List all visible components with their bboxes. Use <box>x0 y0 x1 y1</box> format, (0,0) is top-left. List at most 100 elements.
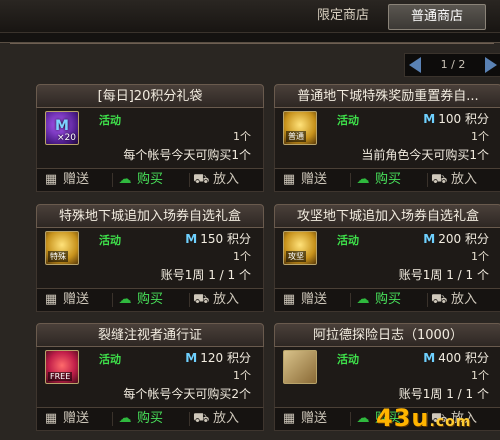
item-card: 特殊地下城追加入场券自选礼盒 特殊 活动 M 150 积分 1个 账号1周 1 /… <box>36 204 264 314</box>
item-price: M 200 积分 <box>423 230 489 247</box>
price-unit: 积分 <box>226 232 251 246</box>
gift-button[interactable]: ▦ 赠送 <box>281 291 347 309</box>
item-title: 裂缝注视者通行证 <box>36 323 264 347</box>
item-body: FREE 活动 M 120 积分 1个 每个帐号今天可购买2个 <box>36 347 264 407</box>
red-gear-pass-icon[interactable]: FREE <box>45 350 79 384</box>
buy-button[interactable]: ☁ 购买 <box>117 171 187 189</box>
gold-ticket-icon[interactable]: 特殊 <box>45 231 79 265</box>
cloud-buy-icon: ☁ <box>118 411 132 426</box>
item-action-bar: ▦ 赠送 ☁ 购买 ⛟ 放入 <box>274 168 500 192</box>
m-letter-icon: M <box>55 118 69 134</box>
divider <box>112 293 113 307</box>
gift-box-icon: ▦ <box>282 172 296 187</box>
item-card: 普通地下城特殊奖励重置券自... 普通 活动 M 100 积分 1个 当前角色今天… <box>274 84 500 194</box>
price-amount: 200 <box>438 232 462 246</box>
scroll-book-icon[interactable] <box>283 350 317 384</box>
add-to-cart-button[interactable]: ⛟ 放入 <box>193 291 259 309</box>
gift-box-icon: ▦ <box>282 411 296 426</box>
buy-button[interactable]: ☁ 购买 <box>355 171 425 189</box>
item-body: 攻坚 活动 M 200 积分 1个 账号1周 1 / 1 个 <box>274 228 500 288</box>
item-title: 攻坚地下城追加入场券自选礼盒 <box>274 204 500 228</box>
gift-box-icon: ▦ <box>44 172 58 187</box>
gift-label: 赠送 <box>63 172 90 187</box>
buy-label: 购买 <box>137 172 164 187</box>
buy-label: 购买 <box>137 411 164 426</box>
item-price: M 400 积分 <box>423 349 489 366</box>
gold-ticket-icon[interactable]: 攻坚 <box>283 231 317 265</box>
buy-label: 购买 <box>375 292 402 307</box>
add-to-cart-button[interactable]: ⛟ 放入 <box>431 291 497 309</box>
price-amount: 400 <box>438 351 462 365</box>
divider <box>350 293 351 307</box>
item-title: [每日]20积分礼袋 <box>36 84 264 108</box>
event-tag: 活动 <box>337 353 359 366</box>
item-quantity: 1个 <box>471 130 489 143</box>
item-card: [每日]20积分礼袋 M ×20 活动 1个 每个帐号今天可购买1个 ▦ 赠送 ☁… <box>36 84 264 194</box>
cloud-buy-icon: ☁ <box>356 292 370 307</box>
price-unit: 积分 <box>464 351 489 365</box>
gold-ticket-icon[interactable]: 普通 <box>283 111 317 145</box>
event-tag: 活动 <box>337 114 359 127</box>
watermark-main: 43u <box>376 404 430 432</box>
gift-button[interactable]: ▦ 赠送 <box>281 410 347 428</box>
purchase-limit: 每个帐号今天可购买1个 <box>123 148 251 162</box>
divider <box>189 293 190 307</box>
item-quantity: 1个 <box>471 369 489 382</box>
pager: 1 / 2 <box>404 53 500 77</box>
watermark-suffix: .com <box>429 414 472 430</box>
item-price: M 100 积分 <box>423 110 489 127</box>
icon-badge: 攻坚 <box>286 251 306 262</box>
purple-m-bag-icon[interactable]: M ×20 <box>45 111 79 145</box>
tab-limited-shop[interactable]: 限定商店 <box>300 4 386 28</box>
buy-label: 购买 <box>375 172 402 187</box>
cart-label: 放入 <box>451 172 478 187</box>
cart-label: 放入 <box>451 292 478 307</box>
icon-count: ×20 <box>57 133 76 143</box>
item-body: 活动 M 400 积分 1个 账号1周 1 / 1 个 <box>274 347 500 407</box>
m-currency-icon: M <box>185 351 198 365</box>
icon-badge: 普通 <box>286 131 306 142</box>
purchase-limit: 每个帐号今天可购买2个 <box>123 387 251 401</box>
gift-button[interactable]: ▦ 赠送 <box>43 410 109 428</box>
add-to-cart-button[interactable]: ⛟ 放入 <box>431 171 497 189</box>
gift-label: 赠送 <box>301 292 328 307</box>
item-action-bar: ▦ 赠送 ☁ 购买 ⛟ 放入 <box>36 288 264 312</box>
divider <box>350 173 351 187</box>
gift-box-icon: ▦ <box>44 411 58 426</box>
divider <box>189 412 190 426</box>
buy-button[interactable]: ☁ 购买 <box>117 291 187 309</box>
price-unit: 积分 <box>464 112 489 126</box>
m-currency-icon: M <box>423 112 436 126</box>
tab-normal-shop[interactable]: 普通商店 <box>388 4 486 30</box>
gift-button[interactable]: ▦ 赠送 <box>43 291 109 309</box>
cart-icon: ⛟ <box>193 172 210 187</box>
cart-icon: ⛟ <box>193 411 210 426</box>
buy-button[interactable]: ☁ 购买 <box>117 410 187 428</box>
prev-page-arrow-icon[interactable] <box>409 57 421 73</box>
item-title: 特殊地下城追加入场券自选礼盒 <box>36 204 264 228</box>
divider <box>427 173 428 187</box>
gift-button[interactable]: ▦ 赠送 <box>43 171 109 189</box>
next-page-arrow-icon[interactable] <box>485 57 497 73</box>
item-quantity: 1个 <box>233 369 251 382</box>
cart-label: 放入 <box>213 411 240 426</box>
price-unit: 积分 <box>226 351 251 365</box>
item-card: 攻坚地下城追加入场券自选礼盒 攻坚 活动 M 200 积分 1个 账号1周 1 /… <box>274 204 500 314</box>
add-to-cart-button[interactable]: ⛟ 放入 <box>193 410 259 428</box>
m-currency-icon: M <box>423 351 436 365</box>
item-body: M ×20 活动 1个 每个帐号今天可购买1个 <box>36 108 264 168</box>
purchase-limit: 账号1周 1 / 1 个 <box>398 387 489 401</box>
cart-icon: ⛟ <box>431 292 448 307</box>
gift-button[interactable]: ▦ 赠送 <box>281 171 347 189</box>
buy-button[interactable]: ☁ 购买 <box>355 291 425 309</box>
event-tag: 活动 <box>99 353 121 366</box>
site-watermark-logo: 43u.com <box>376 404 471 432</box>
item-title: 普通地下城特殊奖励重置券自... <box>274 84 500 108</box>
item-body: 普通 活动 M 100 积分 1个 当前角色今天可购买1个 <box>274 108 500 168</box>
gift-label: 赠送 <box>63 292 90 307</box>
item-price: M 150 积分 <box>185 230 251 247</box>
event-tag: 活动 <box>99 234 121 247</box>
cloud-buy-icon: ☁ <box>356 172 370 187</box>
divider <box>427 293 428 307</box>
add-to-cart-button[interactable]: ⛟ 放入 <box>193 171 259 189</box>
